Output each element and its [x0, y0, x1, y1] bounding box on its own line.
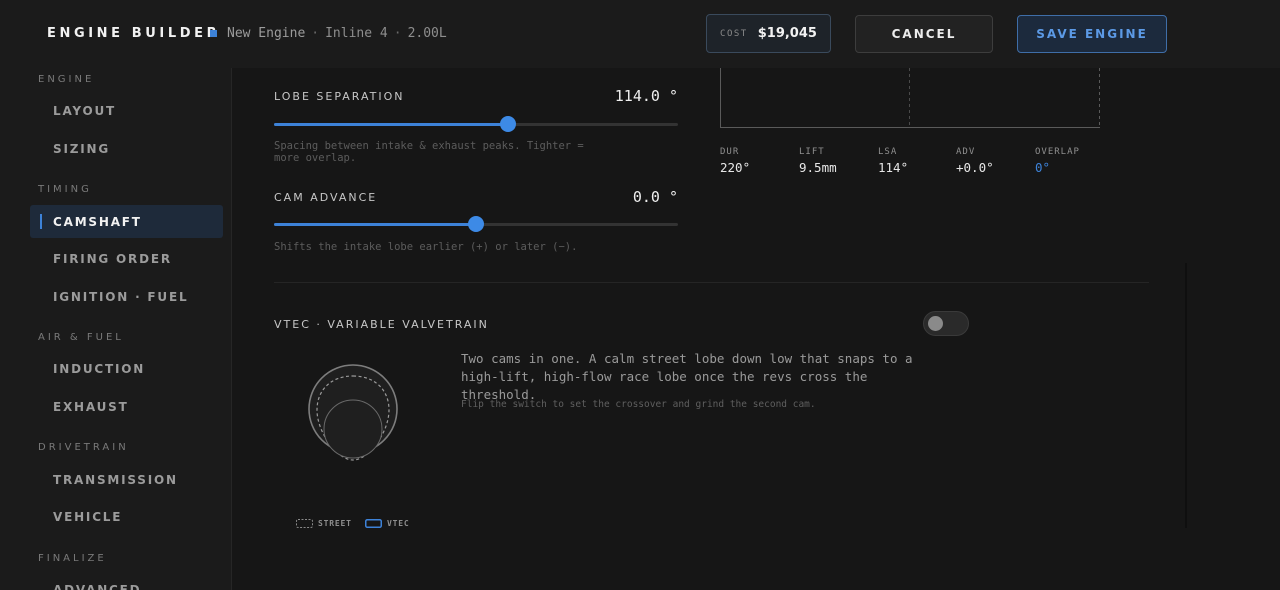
stat-adv-value: +0.0°	[956, 160, 994, 175]
separator-dot: ·	[311, 26, 320, 41]
sidebar-item-label: CAMSHAFT	[53, 214, 142, 229]
engine-layout: Inline 4	[325, 26, 388, 41]
sidebar-item-firing-order[interactable]: FIRING ORDER	[30, 242, 223, 275]
separator-dot: ·	[393, 26, 402, 41]
save-engine-button[interactable]: SAVE ENGINE	[1017, 15, 1167, 53]
cam-advance-slider[interactable]	[274, 216, 678, 232]
legend-vtec: VTEC	[365, 519, 409, 528]
stat-lsa-label: LSA	[878, 147, 898, 157]
app-title: ENGINE BUILDER	[47, 26, 221, 41]
top-bar: ENGINE BUILDER New Engine · Inline 4 · 2.00L…	[0, 0, 1280, 68]
sidebar-item-vehicle[interactable]: VEHICLE	[30, 500, 223, 533]
sidebar-item-transmission[interactable]: TRANSMISSION	[30, 463, 223, 496]
cost-label: COST	[720, 28, 748, 39]
cam-base-circle	[323, 399, 383, 459]
cost-badge: COST $19,045	[706, 14, 831, 53]
lobe-separation-hint: Spacing between intake & exhaust peaks. …	[274, 140, 584, 164]
stat-lift-value: 9.5mm	[799, 160, 837, 175]
sidebar-item-induction[interactable]: INDUCTION	[30, 352, 223, 385]
section-divider	[274, 282, 1149, 283]
cam-advance-value: 0.0 °	[632, 188, 678, 206]
legend-vtec-label: VTEC	[387, 519, 410, 528]
sidebar-item-sizing[interactable]: SIZING	[30, 132, 223, 165]
sidebar-item-camshaft[interactable]: CAMSHAFT	[30, 205, 223, 238]
dashed-box-icon	[296, 519, 313, 528]
lobe-separation-label: LOBE SEPARATION	[274, 90, 405, 103]
stat-overlap-label: OVERLAP	[1035, 147, 1080, 157]
legend-street: STREET	[296, 519, 352, 528]
sidebar-group-air-fuel: AIR & FUEL	[38, 332, 124, 343]
cam-profile-graph	[720, 68, 1100, 128]
stat-overlap-value: 0°	[1035, 160, 1051, 175]
sidebar-group-finalize: FINALIZE	[38, 553, 107, 564]
sidebar-item-advanced[interactable]: ADVANCED	[30, 573, 223, 590]
engine-name: New Engine	[227, 26, 306, 41]
stat-dur-label: DUR	[720, 147, 740, 157]
cam-advance-hint: Shifts the intake lobe earlier (+) or la…	[274, 241, 578, 253]
stat-lift-label: LIFT	[799, 147, 825, 157]
stat-lsa-value: 114°	[878, 160, 909, 175]
cam-advance-label: CAM ADVANCE	[274, 191, 378, 204]
vtec-toggle[interactable]	[923, 311, 969, 336]
legend-street-label: STREET	[318, 519, 352, 528]
sidebar: ENGINE LAYOUT SIZING TIMING CAMSHAFT FIR…	[0, 68, 232, 590]
sidebar-item-layout[interactable]: LAYOUT	[30, 94, 223, 127]
toggle-knob	[928, 316, 943, 331]
vtec-description: Two cams in one. A calm street lobe down…	[461, 351, 913, 402]
engine-summary: New Engine · Inline 4 · 2.00L	[227, 26, 447, 41]
sidebar-group-drivetrain: DRIVETRAIN	[38, 442, 129, 453]
slider-fill	[274, 123, 509, 126]
slider-thumb[interactable]	[468, 216, 484, 232]
brand-square-icon	[210, 30, 217, 37]
lobe-separation-slider[interactable]	[274, 116, 678, 132]
main-panel: LOBE SEPARATION 114.0 ° Spacing between …	[233, 68, 1280, 590]
vtec-section-title: VTEC · VARIABLE VALVETRAIN	[274, 318, 489, 331]
scrollbar-track[interactable]	[1185, 263, 1187, 528]
lobe-separation-value: 114.0 °	[614, 87, 678, 105]
sidebar-item-ignition-fuel[interactable]: IGNITION · FUEL	[30, 280, 223, 313]
cam-lobe-diagram	[308, 364, 398, 461]
sidebar-item-exhaust[interactable]: EXHAUST	[30, 390, 223, 423]
blue-box-icon	[365, 519, 382, 528]
active-indicator	[40, 214, 42, 229]
cost-value: $19,045	[757, 26, 817, 41]
cancel-button[interactable]: CANCEL	[855, 15, 993, 53]
slider-thumb[interactable]	[500, 116, 517, 132]
stat-dur-value: 220°	[720, 160, 751, 175]
vtec-subtext: Flip the switch to set the crossover and…	[461, 399, 816, 410]
sidebar-group-timing: TIMING	[38, 184, 92, 195]
sidebar-group-engine: ENGINE	[38, 74, 95, 85]
slider-fill	[274, 223, 476, 226]
stat-adv-label: ADV	[956, 147, 976, 157]
engine-displacement: 2.00L	[407, 26, 447, 41]
